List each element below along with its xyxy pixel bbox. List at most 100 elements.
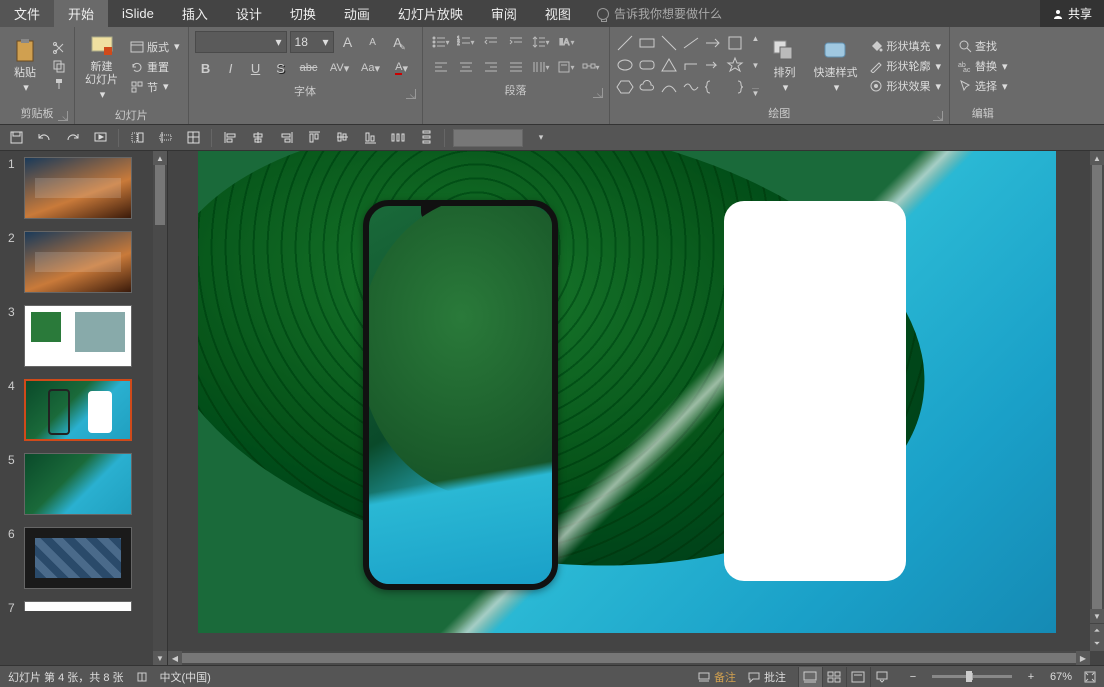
qat-start[interactable] [90, 128, 110, 148]
menu-review[interactable]: 审阅 [477, 0, 531, 27]
sorter-view-button[interactable] [822, 667, 846, 687]
qat-color-swatch[interactable] [453, 129, 523, 147]
change-case-button[interactable]: Aa▾ [357, 57, 385, 79]
qat-dist-v[interactable] [416, 128, 436, 148]
scroll-thumb[interactable] [1092, 165, 1102, 609]
gallery-more[interactable]: ▼ [752, 88, 760, 98]
numbering-button[interactable]: 12▾ [454, 31, 478, 53]
menu-transition[interactable]: 切换 [276, 0, 330, 27]
qat-dropdown[interactable]: ▾ [531, 128, 551, 148]
slide-thumb-6[interactable]: 6 [0, 521, 149, 595]
columns-button[interactable]: ▾ [529, 56, 553, 78]
font-launcher[interactable] [406, 89, 416, 99]
increase-indent-button[interactable] [504, 31, 528, 53]
scroll-up-icon[interactable]: ▲ [1090, 151, 1104, 165]
line-spacing-button[interactable]: ▾ [529, 31, 553, 53]
qat-btn-6[interactable] [155, 128, 175, 148]
scroll-down-icon[interactable]: ▼ [153, 651, 167, 665]
cut-button[interactable] [48, 39, 70, 57]
text-direction-button[interactable]: ⅡA▾ [554, 31, 578, 53]
canvas-hscrollbar[interactable]: ◀ ▶ [168, 651, 1090, 665]
scroll-left-icon[interactable]: ◀ [168, 651, 182, 665]
prev-slide-icon[interactable]: ⏶ [1090, 623, 1104, 637]
qat-dist-h[interactable] [388, 128, 408, 148]
qat-align-1[interactable] [220, 128, 240, 148]
font-name-combo[interactable]: ▾ [195, 31, 287, 53]
phone-mockup[interactable] [363, 200, 558, 590]
copy-button[interactable] [48, 57, 70, 75]
slideshow-view-button[interactable] [870, 667, 894, 687]
paste-button[interactable]: 粘贴 ▾ [4, 35, 46, 97]
menu-islide[interactable]: iSlide [108, 0, 168, 27]
qat-undo[interactable] [34, 128, 54, 148]
scroll-thumb[interactable] [182, 653, 1076, 663]
find-button[interactable]: 查找 [954, 36, 1012, 56]
qat-align-6[interactable] [360, 128, 380, 148]
reset-button[interactable]: 重置 [126, 57, 184, 77]
format-painter-button[interactable] [48, 75, 70, 93]
font-size-combo[interactable]: 18▾ [290, 31, 334, 53]
slide-thumb-1[interactable]: 1 [0, 151, 149, 225]
layout-button[interactable]: 版式▾ [126, 37, 184, 57]
slide-thumb-3[interactable]: 3 [0, 299, 149, 373]
grow-font-button[interactable]: A [337, 31, 359, 53]
zoom-handle[interactable] [966, 671, 972, 682]
align-text-button[interactable]: ▾ [554, 56, 578, 78]
gallery-up[interactable]: ▲ [752, 34, 760, 43]
menu-view[interactable]: 视图 [531, 0, 585, 27]
shape-fill-button[interactable]: 形状填充▾ [865, 36, 945, 56]
slide-thumb-7[interactable]: 7 [0, 595, 149, 621]
share-button[interactable]: 共享 [1040, 0, 1104, 27]
fit-window-button[interactable] [1084, 671, 1096, 683]
tell-me-search[interactable]: 告诉我你想要做什么 [585, 0, 734, 27]
scroll-up-icon[interactable]: ▲ [153, 151, 167, 165]
shapes-gallery[interactable] [614, 32, 748, 100]
zoom-out-button[interactable]: − [906, 671, 920, 683]
shrink-font-button[interactable]: A [362, 31, 384, 53]
comments-button[interactable]: 批注 [748, 669, 786, 685]
menu-animation[interactable]: 动画 [330, 0, 384, 27]
qat-align-5[interactable] [332, 128, 352, 148]
scroll-right-icon[interactable]: ▶ [1076, 651, 1090, 665]
smartart-button[interactable]: ▾ [579, 56, 603, 78]
bold-button[interactable]: B [195, 57, 217, 79]
shape-outline-button[interactable]: 形状轮廓▾ [865, 56, 945, 76]
slide-thumb-4[interactable]: 4 [0, 373, 149, 447]
menu-file[interactable]: 文件 [0, 0, 54, 27]
thumbnail-list[interactable]: 1 2 3 4 5 6 7 [0, 151, 153, 665]
arrange-button[interactable]: 排列▾ [763, 35, 805, 97]
white-card-shape[interactable] [724, 201, 906, 581]
qat-btn-5[interactable] [127, 128, 147, 148]
qat-save[interactable] [6, 128, 26, 148]
qat-align-3[interactable] [276, 128, 296, 148]
thumb-scrollbar[interactable]: ▲ ▼ [153, 151, 167, 665]
scroll-thumb[interactable] [155, 165, 165, 225]
font-color-button[interactable]: A▾ [388, 57, 416, 79]
select-button[interactable]: 选择▾ [954, 76, 1012, 96]
qat-align-4[interactable] [304, 128, 324, 148]
section-button[interactable]: 节▾ [126, 77, 184, 97]
shadow-button[interactable]: S [270, 57, 292, 79]
slide-canvas[interactable] [198, 151, 1056, 633]
scroll-down-icon[interactable]: ▼ [1090, 609, 1104, 623]
zoom-in-button[interactable]: + [1024, 671, 1038, 683]
qat-align-2[interactable] [248, 128, 268, 148]
next-slide-icon[interactable]: ⏷ [1090, 637, 1104, 651]
normal-view-button[interactable] [798, 667, 822, 687]
strike-button[interactable]: abc [295, 57, 323, 79]
align-center-button[interactable] [454, 56, 478, 78]
justify-button[interactable] [504, 56, 528, 78]
paragraph-launcher[interactable] [593, 88, 603, 98]
slide-thumb-2[interactable]: 2 [0, 225, 149, 299]
bullets-button[interactable]: ▾ [429, 31, 453, 53]
align-right-button[interactable] [479, 56, 503, 78]
underline-button[interactable]: U [245, 57, 267, 79]
qat-redo[interactable] [62, 128, 82, 148]
italic-button[interactable]: I [220, 57, 242, 79]
menu-design[interactable]: 设计 [222, 0, 276, 27]
zoom-slider[interactable] [932, 675, 1012, 678]
spell-check[interactable] [136, 671, 148, 683]
zoom-level[interactable]: 67% [1050, 671, 1072, 683]
menu-home[interactable]: 开始 [54, 0, 108, 27]
drawing-launcher[interactable] [933, 111, 943, 121]
